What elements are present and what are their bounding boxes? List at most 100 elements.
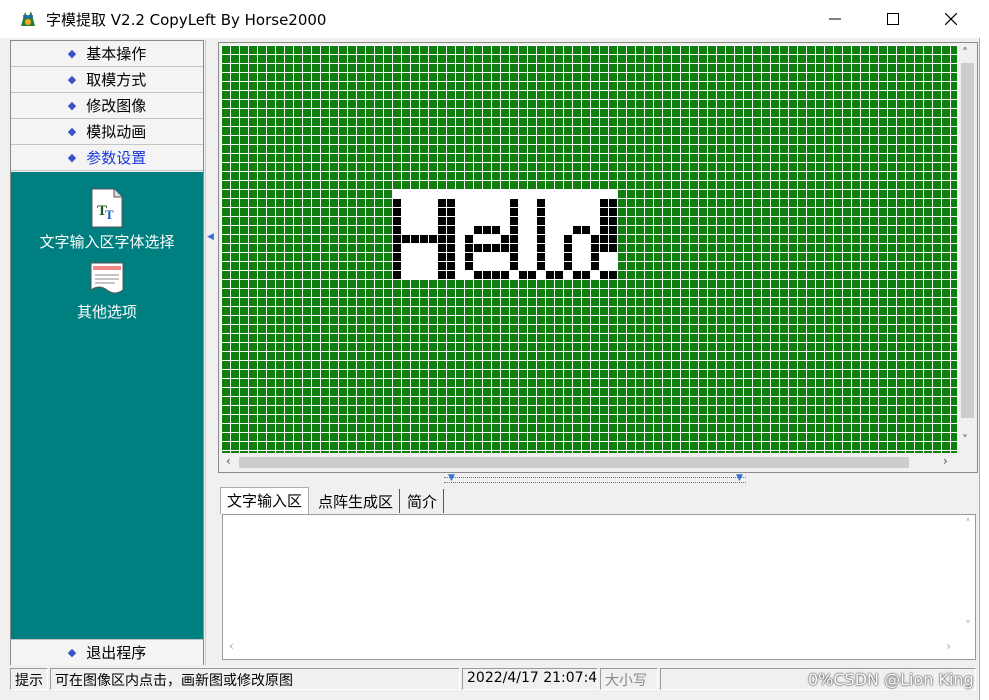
pixel-cell <box>726 253 734 261</box>
pixel-cell <box>393 55 401 63</box>
pixel-cell <box>411 415 419 423</box>
pixel-cell <box>726 388 734 396</box>
pixel-cell <box>807 163 815 171</box>
pixel-cell <box>753 253 761 261</box>
pixel-cell <box>753 109 761 117</box>
pixel-cell <box>258 370 266 378</box>
pixel-cell <box>690 235 698 243</box>
pixel-cell <box>681 343 689 351</box>
pixel-cell <box>600 64 608 72</box>
pixel-cell <box>393 397 401 405</box>
scroll-down-icon[interactable]: ˅ <box>962 433 968 447</box>
pixel-cell <box>276 226 284 234</box>
pixel-cell <box>429 379 437 387</box>
pixel-cell <box>726 262 734 270</box>
pixel-cell <box>843 136 851 144</box>
pixel-cell <box>510 235 518 243</box>
font-select-tool[interactable]: T T 文字输入区字体选择 <box>11 188 203 252</box>
collapse-left-icon[interactable]: ◀ <box>207 232 214 242</box>
pixel-cell <box>852 325 860 333</box>
pixel-cell <box>321 208 329 216</box>
pixel-grid[interactable] <box>221 45 957 453</box>
pixel-cell <box>816 415 824 423</box>
sidebar-item-mode[interactable]: ◆ 取模方式 <box>11 67 203 93</box>
pixel-cell <box>708 307 716 315</box>
pixel-cell <box>618 388 626 396</box>
pixel-cell <box>573 136 581 144</box>
pixel-cell <box>942 415 950 423</box>
pixel-cell <box>573 334 581 342</box>
sidebar-item-edit-image[interactable]: ◆ 修改图像 <box>11 93 203 119</box>
scroll-up-icon[interactable]: ˄ <box>965 517 971 531</box>
tab-dot-matrix[interactable]: 点阵生成区 <box>312 489 401 513</box>
sidebar-item-settings[interactable]: ◆ 参数设置 <box>11 145 203 171</box>
pixel-cell <box>762 289 770 297</box>
pixel-cell <box>717 298 725 306</box>
pixel-cell <box>348 298 356 306</box>
pixel-cell <box>798 100 806 108</box>
exit-button[interactable]: ◆ 退出程序 <box>11 639 203 665</box>
pixel-cell <box>492 172 500 180</box>
pixel-cell <box>564 316 572 324</box>
pixel-cell <box>366 280 374 288</box>
pixel-cell <box>699 208 707 216</box>
pixel-cell <box>897 154 905 162</box>
pixel-cell <box>564 397 572 405</box>
pixel-cell <box>555 289 563 297</box>
pixel-cell <box>870 73 878 81</box>
pixel-cell <box>870 433 878 441</box>
pixel-cell <box>456 154 464 162</box>
pixel-cell <box>474 316 482 324</box>
pixel-cell <box>717 154 725 162</box>
collapse-down-icon[interactable]: ▼ <box>736 473 743 483</box>
pixel-cell <box>465 46 473 54</box>
other-options-tool[interactable]: 其他选项 <box>11 260 203 322</box>
scroll-right-icon[interactable]: › <box>946 639 951 653</box>
minimize-button[interactable] <box>806 0 864 38</box>
scroll-thumb[interactable] <box>239 457 909 468</box>
scroll-up-icon[interactable]: ˄ <box>962 46 968 60</box>
pixel-cell <box>357 406 365 414</box>
pixel-cell <box>483 406 491 414</box>
pixel-cell <box>303 406 311 414</box>
text-input-area[interactable]: ˄ ˅ ‹ › <box>222 514 976 660</box>
sidebar-item-label: 修改图像 <box>86 97 147 115</box>
pixel-cell <box>429 325 437 333</box>
scroll-left-icon[interactable]: ‹ <box>226 454 231 468</box>
pixel-cell <box>807 46 815 54</box>
sidebar-item-animation[interactable]: ◆ 模拟动画 <box>11 119 203 145</box>
pixel-cell <box>222 262 230 270</box>
sidebar-item-basic[interactable]: ◆ 基本操作 <box>11 41 203 67</box>
pixel-cell <box>600 55 608 63</box>
pixel-cell <box>555 226 563 234</box>
maximize-button[interactable] <box>864 0 922 38</box>
pixel-cell <box>591 73 599 81</box>
pixel-cell <box>474 145 482 153</box>
pixel-cell <box>717 145 725 153</box>
pixel-cell <box>339 433 347 441</box>
horizontal-splitter[interactable]: ▼ ▼ <box>218 473 978 486</box>
pixel-cell <box>420 181 428 189</box>
tab-about[interactable]: 简介 <box>401 489 445 513</box>
tab-text-input[interactable]: 文字输入区 <box>220 487 310 514</box>
scroll-left-icon[interactable]: ‹ <box>229 639 234 653</box>
pixel-cell <box>456 73 464 81</box>
pixel-cell <box>429 190 437 198</box>
splitter-handle[interactable] <box>444 477 746 483</box>
pixel-cell <box>951 100 957 108</box>
scroll-right-icon[interactable]: › <box>943 454 948 468</box>
scroll-down-icon[interactable]: ˅ <box>965 619 971 633</box>
close-button[interactable] <box>922 0 980 38</box>
pixel-cell <box>753 145 761 153</box>
pixel-cell <box>483 289 491 297</box>
pixel-cell <box>555 55 563 63</box>
vertical-scrollbar[interactable]: ˄ ˅ <box>958 45 976 453</box>
pixel-cell <box>663 145 671 153</box>
vertical-splitter[interactable] <box>205 40 217 665</box>
pixel-cell <box>591 208 599 216</box>
pixel-cell <box>753 307 761 315</box>
pixel-cell <box>879 64 887 72</box>
horizontal-scrollbar[interactable]: ‹ › <box>221 453 958 471</box>
pixel-cell <box>906 235 914 243</box>
scroll-thumb[interactable] <box>961 63 974 418</box>
